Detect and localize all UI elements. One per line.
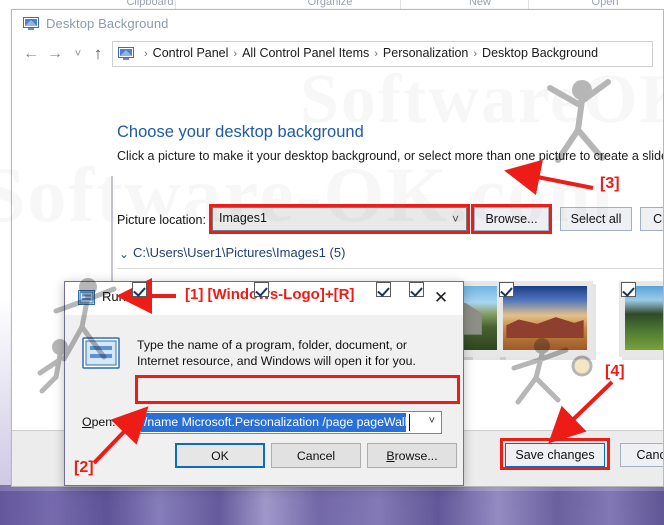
run-dialog-body: Type the name of a program, folder, docu… — [65, 315, 463, 449]
open-input-value[interactable]: /name Microsoft.Personalization /page pa… — [141, 413, 406, 432]
folder-group-header[interactable]: ⌄ C:\Users\User1\Pictures\Images1 (5) — [117, 245, 663, 267]
annotation-step-3: [3] — [600, 175, 620, 192]
thumbnail-checkbox-3[interactable] — [376, 282, 391, 297]
open-field-label: Open: — [82, 415, 116, 429]
cancel-button[interactable]: Cancel — [271, 443, 361, 468]
breadcrumb-item-desktop-background[interactable]: Desktop Background — [482, 46, 598, 60]
breadcrumb-separator: › — [144, 48, 148, 60]
thumbnail-checkbox-1[interactable] — [132, 282, 147, 297]
browse-label-rest: rowse... — [394, 448, 438, 463]
page-title: Choose your desktop background — [117, 123, 364, 141]
save-changes-button[interactable]: Save changes — [505, 443, 605, 467]
ribbon-group-new: New — [468, 0, 491, 8]
thumbnail-item[interactable] — [497, 281, 593, 357]
window-titlebar: Desktop Background — [12, 10, 663, 40]
run-window-icon — [82, 337, 120, 369]
thumbnail-checkbox-6[interactable] — [621, 282, 636, 297]
picture-location-label: Picture location: — [117, 213, 206, 227]
annotation-step-1: [1] [Windows-Logo]+[R] — [185, 286, 355, 303]
text-caret — [409, 414, 410, 431]
forward-arrow-icon[interactable]: → — [45, 44, 65, 64]
address-bar-row: ← → ˅ ↑ › Control Panel › All Control Panel… — [12, 40, 663, 68]
run-dialog-buttons: OK Cancel Browse... — [65, 435, 463, 485]
open-label-rest: pen: — [91, 415, 116, 429]
browse-button[interactable]: Browse... — [367, 443, 457, 468]
ok-button[interactable]: OK — [175, 443, 265, 468]
window-title: Desktop Background — [46, 16, 169, 31]
breadcrumb: › Control Panel › All Control Panel Items › P… — [139, 46, 598, 60]
ribbon-group-open: Open — [591, 0, 619, 8]
thumbnail-image-5 — [503, 286, 587, 350]
annotation-step-2: [2] — [74, 459, 94, 476]
annotation-step-4: [4] — [605, 363, 625, 380]
run-dialog: Run ✕ Type the name of a program, folder… — [64, 281, 464, 486]
chevron-down-icon[interactable]: ˅ — [429, 415, 435, 427]
breadcrumb-separator: › — [233, 48, 238, 60]
wallpaper-bottom-strip — [0, 485, 664, 525]
cancel-button[interactable]: Cancel — [620, 443, 663, 467]
picture-location-value: Images1 — [219, 211, 267, 225]
select-all-button[interactable]: Select all — [560, 207, 632, 231]
ribbon-group-organize: Organize — [307, 0, 353, 8]
chevron-down-icon[interactable]: ˅ — [68, 44, 88, 64]
page-subtitle: Click a picture to make it your desktop … — [117, 149, 664, 163]
breadcrumb-item-control-panel[interactable]: Control Panel — [153, 46, 229, 60]
breadcrumb-separator: › — [473, 48, 478, 60]
picture-location-select[interactable]: Images1 ˅ — [212, 207, 467, 231]
breadcrumb-item-personalization[interactable]: Personalization — [383, 46, 468, 60]
run-dialog-title: Run — [102, 289, 126, 304]
group-divider — [117, 268, 663, 269]
ribbon-group-clipboard: Clipboard — [126, 0, 174, 8]
chevron-down-icon[interactable]: ˅ — [452, 212, 459, 226]
clear-all-button[interactable]: Clear all — [640, 207, 663, 231]
chevron-down-icon[interactable]: ⌄ — [119, 247, 129, 261]
thumbnail-checkbox-5[interactable] — [499, 282, 514, 297]
address-bar[interactable]: › Control Panel › All Control Panel Items › P… — [112, 41, 653, 67]
thumbnail-checkbox-2[interactable] — [254, 282, 269, 297]
open-combobox[interactable]: /name Microsoft.Personalization /page pa… — [139, 411, 442, 434]
close-icon[interactable]: ✕ — [419, 282, 463, 313]
monitor-icon — [118, 47, 134, 61]
run-window-icon — [78, 290, 95, 305]
breadcrumb-separator: › — [374, 48, 378, 60]
up-arrow-icon[interactable]: ↑ — [88, 44, 108, 64]
thumbnail-item[interactable] — [619, 281, 663, 357]
browse-accel-letter: B — [386, 448, 395, 463]
open-accel-letter: O — [82, 415, 92, 429]
monitor-icon — [23, 17, 39, 31]
thumbnail-checkbox-4[interactable] — [409, 282, 424, 297]
browse-button[interactable]: Browse... — [474, 207, 549, 231]
run-dialog-description: Type the name of a program, folder, docu… — [137, 338, 416, 368]
back-arrow-icon[interactable]: ← — [21, 44, 41, 64]
breadcrumb-item-all-items[interactable]: All Control Panel Items — [242, 46, 369, 60]
folder-path-label: C:\Users\User1\Pictures\Images1 (5) — [133, 245, 346, 260]
